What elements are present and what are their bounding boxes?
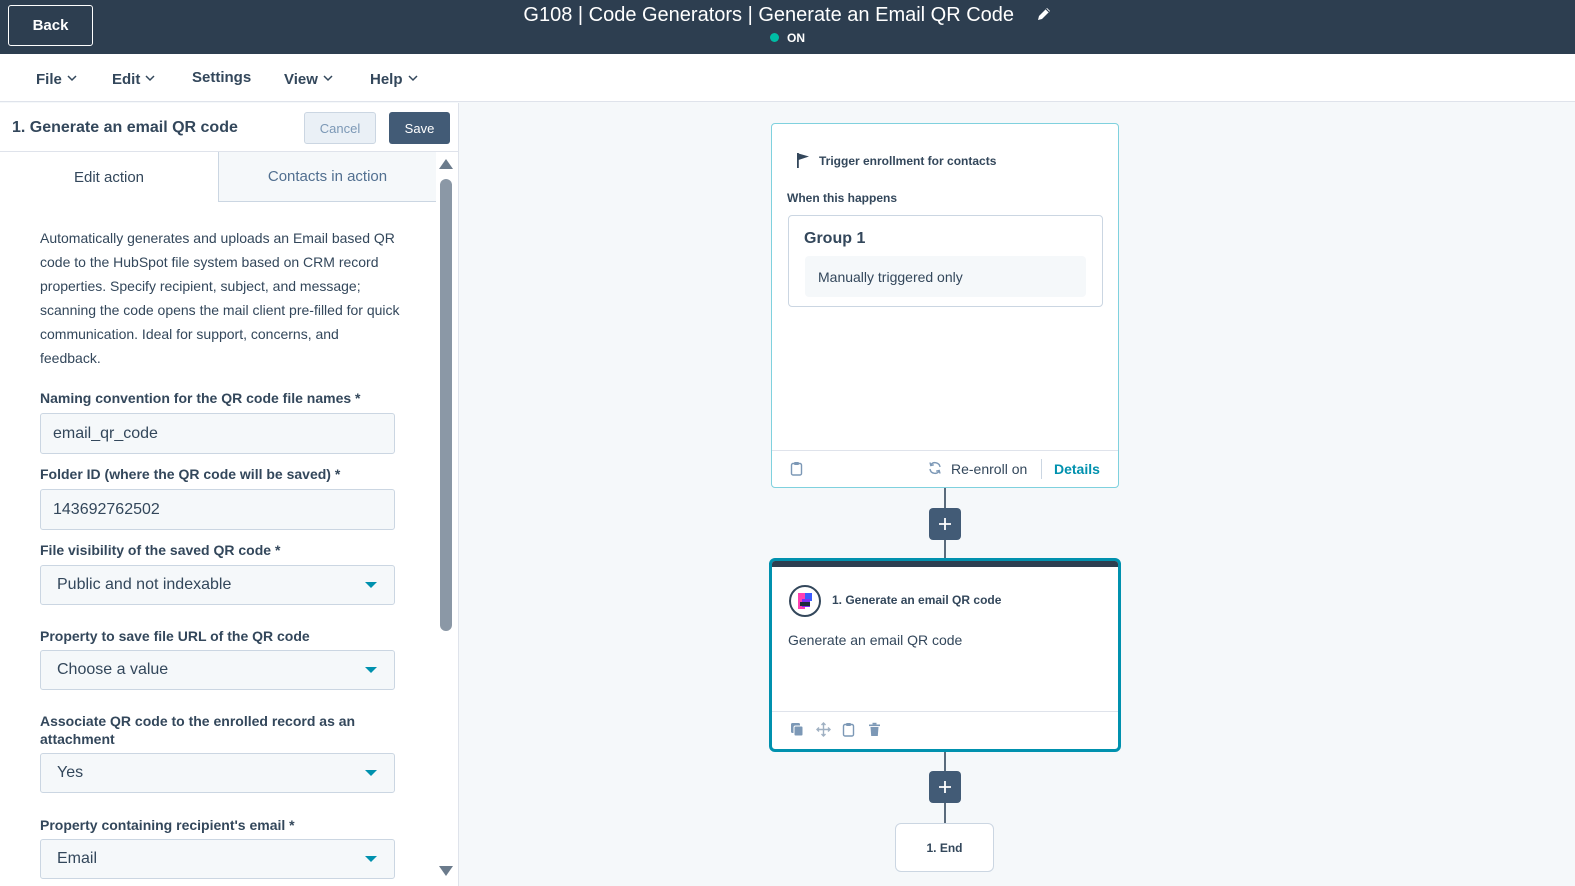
field-label-file-url-property: Property to save file URL of the QR code: [40, 628, 310, 644]
menu-help[interactable]: Help: [370, 69, 418, 88]
copy-icon[interactable]: [790, 722, 804, 742]
field-label-naming-convention: Naming convention for the QR code file n…: [40, 390, 361, 406]
file-visibility-value: Public and not indexable: [57, 576, 232, 593]
move-icon[interactable]: [816, 722, 831, 742]
recipient-email-value: Email: [57, 850, 98, 867]
menu-settings[interactable]: Settings: [192, 69, 251, 86]
chevron-down-icon: [145, 69, 155, 86]
group-title: Group 1: [804, 230, 866, 247]
file-url-property-value: Choose a value: [57, 661, 169, 678]
workflow-status: ON: [0, 31, 1575, 45]
menu-view-label: View: [284, 71, 318, 88]
save-button[interactable]: Save: [389, 112, 450, 144]
field-label-associate-attachment: Associate QR code to the enrolled record…: [40, 713, 356, 747]
menu-settings-label: Settings: [192, 69, 252, 86]
associate-attachment-select[interactable]: Yes: [40, 753, 395, 793]
trigger-card[interactable]: Trigger enrollment for contacts When thi…: [771, 123, 1119, 488]
menu-view[interactable]: View: [284, 69, 333, 88]
panel-scrollbar[interactable]: [437, 152, 457, 886]
file-url-property-select[interactable]: Choose a value: [40, 650, 395, 690]
menu-edit-label: Edit: [112, 71, 141, 88]
clipboard-icon[interactable]: [842, 722, 855, 742]
tab-contacts-in-action[interactable]: Contacts in action: [218, 152, 436, 202]
add-action-button[interactable]: [929, 508, 961, 540]
scrollbar-thumb[interactable]: [440, 179, 452, 631]
end-node[interactable]: 1. End: [895, 823, 994, 872]
action-card-topbar: [772, 561, 1118, 567]
cancel-button[interactable]: Cancel: [304, 112, 376, 144]
recipient-email-select[interactable]: Email: [40, 839, 395, 879]
field-label-recipient-email: Property containing recipient's email *: [40, 817, 295, 833]
chevron-down-icon: [407, 69, 418, 86]
associate-attachment-value: Yes: [57, 764, 84, 781]
caret-down-icon: [365, 582, 377, 588]
menu-help-label: Help: [370, 71, 403, 88]
workflow-title[interactable]: G108 | Code Generators | Generate an Ema…: [523, 4, 1014, 27]
status-text: ON: [787, 31, 805, 45]
scroll-down-arrow-icon[interactable]: [439, 866, 453, 876]
chevron-down-icon: [323, 69, 333, 86]
action-edit-panel: 1. Generate an email QR code Cancel Save…: [0, 103, 459, 886]
group-condition: Manually triggered only: [805, 256, 1086, 297]
pencil-icon[interactable]: [1036, 5, 1052, 28]
plus-icon: [939, 781, 951, 793]
trash-icon[interactable]: [868, 722, 881, 742]
status-dot-icon: [770, 33, 779, 42]
top-header: Back G108 | Code Generators | Generate a…: [0, 0, 1575, 54]
trigger-group[interactable]: Group 1 Manually triggered only: [788, 215, 1103, 307]
chevron-down-icon: [67, 69, 77, 86]
app-logo-icon: [789, 585, 821, 617]
action-title: 1. Generate an email QR code: [832, 593, 1002, 607]
tab-edit-action[interactable]: Edit action: [0, 152, 218, 202]
caret-down-icon: [365, 770, 377, 776]
file-visibility-select[interactable]: Public and not indexable: [40, 565, 395, 605]
caret-down-icon: [365, 856, 377, 862]
action-description-text: Generate an email QR code: [788, 632, 963, 648]
footer-divider: [1041, 459, 1042, 479]
flag-icon: [796, 152, 810, 173]
action-card[interactable]: 1. Generate an email QR code Generate an…: [769, 558, 1121, 752]
menu-bar: File Edit Settings View Help: [0, 54, 1575, 102]
trigger-title: Trigger enrollment for contacts: [819, 154, 997, 168]
field-label-file-visibility: File visibility of the saved QR code *: [40, 542, 281, 558]
folder-id-input[interactable]: 143692762502: [40, 489, 395, 530]
clipboard-icon[interactable]: [790, 461, 803, 481]
panel-tabs: Edit action Contacts in action: [0, 152, 436, 202]
add-action-button[interactable]: [929, 771, 961, 803]
panel-title: 1. Generate an email QR code: [12, 119, 238, 136]
naming-convention-input[interactable]: email_qr_code: [40, 413, 395, 454]
panel-header: 1. Generate an email QR code Cancel Save: [0, 103, 458, 152]
menu-file[interactable]: File: [36, 69, 77, 88]
action-footer: [772, 711, 1118, 749]
workflow-title-row: G108 | Code Generators | Generate an Ema…: [0, 4, 1575, 28]
menu-edit[interactable]: Edit: [112, 69, 155, 88]
scroll-up-arrow-icon[interactable]: [439, 159, 453, 169]
trigger-footer: Re-enroll on Details: [772, 450, 1118, 487]
reenroll-status: Re-enroll on: [951, 461, 1028, 477]
when-this-happens-label: When this happens: [787, 191, 898, 205]
caret-down-icon: [365, 667, 377, 673]
menu-file-label: File: [36, 71, 62, 88]
plus-icon: [939, 518, 951, 530]
refresh-icon: [928, 461, 942, 480]
action-description: Automatically generates and uploads an E…: [40, 230, 400, 366]
details-link[interactable]: Details: [1054, 461, 1100, 477]
field-label-folder-id: Folder ID (where the QR code will be sav…: [40, 466, 341, 482]
